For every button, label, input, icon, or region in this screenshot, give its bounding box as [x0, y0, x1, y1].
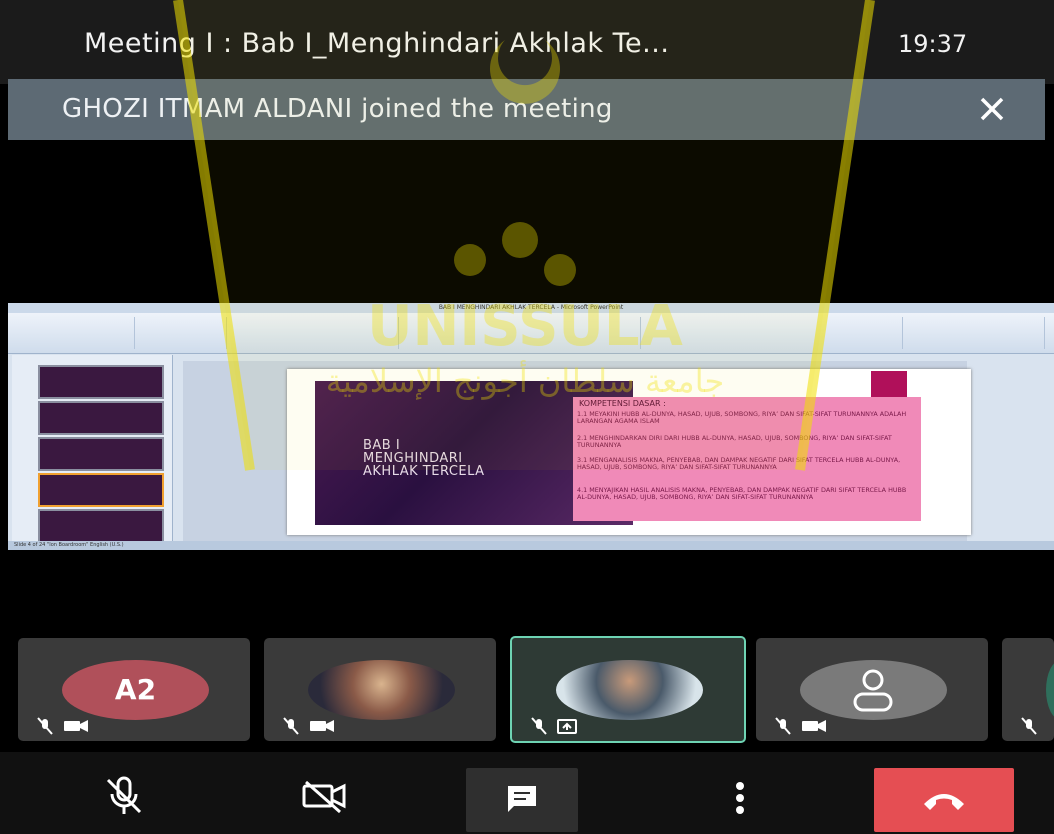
participant-tile[interactable] [264, 638, 496, 741]
competency-heading: KOMPETENSI DASAR : [579, 399, 666, 408]
clock: 19:37 [898, 30, 968, 58]
participant-tile[interactable] [756, 638, 988, 741]
mic-off-icon [1021, 717, 1037, 735]
slide-thumbnail[interactable] [38, 401, 164, 435]
ribbon-group [400, 317, 641, 349]
join-notification: GHOZI ITMAM ALDANI joined the meeting [8, 79, 1045, 140]
notification-text: GHOZI ITMAM ALDANI joined the meeting [62, 94, 613, 124]
end-call-icon [924, 794, 964, 810]
competency-item: 2.1 MENGHINDARKAN DIRI DARI HUBB AL-DUNY… [577, 434, 892, 449]
screen-share-icon [531, 717, 577, 735]
ribbon-group [642, 317, 903, 349]
meeting-title: Meeting I : Bab I_Menghindari Akhlak Te.… [84, 28, 670, 59]
slide: BAB I MENGHINDARI AKHLAK TERCELA KOMPETE… [287, 369, 971, 535]
slide-title: BAB I MENGHINDARI AKHLAK TERCELA [363, 438, 485, 479]
status-bar: Slide 4 of 24 "Ion Boardroom" English (U… [8, 541, 1054, 550]
slide-thumbnail[interactable] [38, 473, 164, 507]
slide-canvas: BAB I MENGHINDARI AKHLAK TERCELA KOMPETE… [183, 361, 971, 541]
slide-thumbnail[interactable] [38, 365, 164, 399]
control-bar [0, 752, 1054, 834]
ribbon-group [14, 317, 135, 349]
close-icon[interactable] [970, 87, 1014, 131]
slide-accent [871, 371, 907, 399]
ribbon-group [904, 317, 1045, 349]
ribbon-group [228, 317, 399, 349]
camera-off-icon[interactable] [296, 768, 352, 824]
window-title: BAB I MENGHINDARI AKHLAK TERCELA - Micro… [8, 303, 1054, 313]
person-icon [853, 669, 893, 712]
participant-tile-active[interactable] [510, 636, 746, 743]
end-call-button[interactable] [874, 768, 1014, 832]
avatar [556, 660, 703, 720]
competency-item: 1.1 MEYAKINI HUBB AL-DUNYA, HASAD, UJUB,… [577, 410, 907, 425]
ribbon [8, 313, 1054, 354]
mic-off-icon [775, 717, 826, 735]
avatar [308, 660, 455, 720]
competency-box: KOMPETENSI DASAR : 1.1 MEYAKINI HUBB AL-… [573, 397, 921, 521]
avatar [1046, 660, 1054, 720]
mic-off-icon [37, 717, 88, 735]
top-bar: Meeting I : Bab I_Menghindari Akhlak Te.… [0, 0, 1054, 84]
slide-thumbnail[interactable] [38, 437, 164, 471]
shared-screen: BAB I MENGHINDARI AKHLAK TERCELA - Micro… [8, 303, 1054, 550]
mic-off-icon[interactable] [96, 768, 152, 824]
mic-off-icon [283, 717, 334, 735]
chat-icon [508, 786, 536, 812]
chat-button[interactable] [466, 768, 578, 832]
competency-item: 3.1 MENGANALISIS MAKNA, PENYEBAB, DAN DA… [577, 456, 901, 471]
competency-item: 4.1 MENYAJIKAN HASIL ANALISIS MAKNA, PEN… [577, 486, 907, 501]
slides-panel [12, 355, 173, 543]
slide-thumbnail[interactable] [38, 509, 164, 543]
more-vertical-icon[interactable] [712, 768, 768, 824]
participant-tile[interactable] [1002, 638, 1054, 741]
ribbon-group [136, 317, 227, 349]
avatar-initials: A2 [114, 673, 157, 706]
participant-tile[interactable]: A2 [18, 638, 250, 741]
